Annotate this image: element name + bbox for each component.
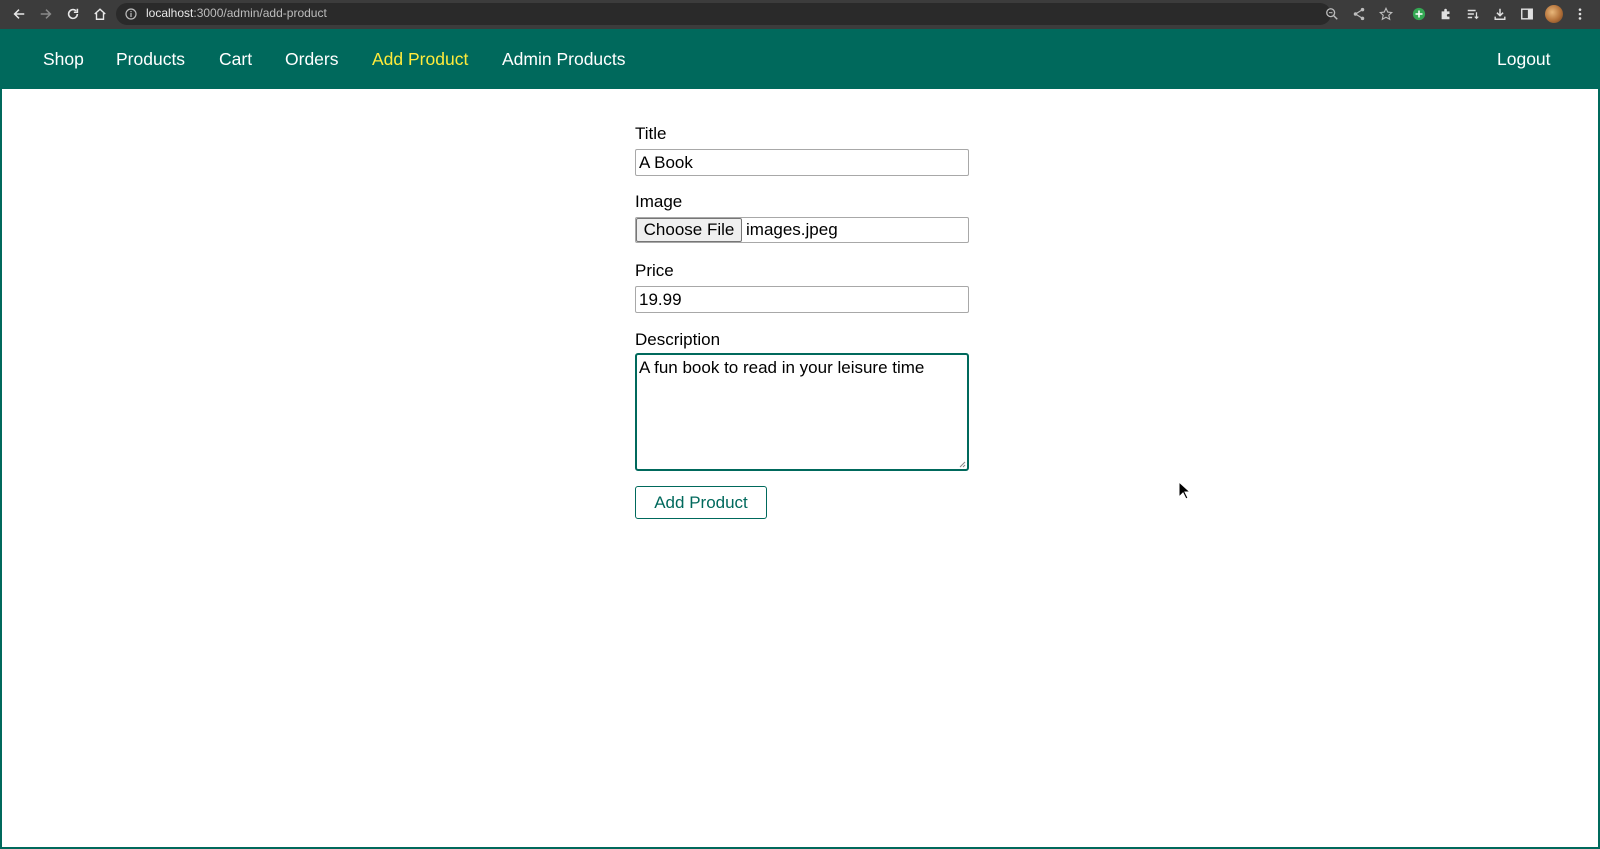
puzzle-icon[interactable]: [1433, 1, 1459, 27]
browser-toolbar: localhost:3000/admin/add-product: [0, 0, 1600, 29]
url-host: localhost: [146, 6, 194, 20]
nav-orders[interactable]: Orders: [285, 29, 338, 89]
back-icon[interactable]: [6, 1, 32, 27]
description-label: Description: [635, 330, 721, 349]
title-label: Title: [635, 124, 667, 143]
url-path: :3000/admin/add-product: [193, 6, 327, 20]
description-textarea[interactable]: A fun book to read in your leisure time: [635, 353, 969, 471]
choose-file-button[interactable]: Choose File: [636, 218, 742, 242]
selected-file-name: images.jpeg: [746, 220, 838, 239]
image-label: Image: [635, 192, 683, 211]
nav-products[interactable]: Products: [116, 29, 185, 89]
info-icon[interactable]: [125, 8, 137, 20]
profile-avatar[interactable]: [1541, 1, 1567, 27]
price-input[interactable]: 19.99: [635, 286, 969, 313]
extension-add-icon[interactable]: [1406, 1, 1432, 27]
zoom-icon[interactable]: [1319, 1, 1345, 27]
title-input[interactable]: A Book: [635, 149, 969, 176]
mouse-cursor-icon: [1178, 481, 1192, 500]
description-text: A fun book to read in your leisure time: [639, 358, 925, 377]
nav-admin-products[interactable]: Admin Products: [502, 29, 626, 89]
reload-icon[interactable]: [60, 1, 86, 27]
logout-button[interactable]: Logout: [1497, 29, 1551, 89]
home-icon[interactable]: [87, 1, 113, 27]
url-text: localhost:3000/admin/add-product: [146, 6, 327, 20]
price-label: Price: [635, 261, 674, 280]
star-icon[interactable]: [1373, 1, 1399, 27]
page-viewport: Shop Products Cart Orders Add Product Ad…: [0, 29, 1600, 849]
image-file-input[interactable]: Choose File images.jpeg: [635, 217, 969, 243]
reading-list-icon[interactable]: [1460, 1, 1486, 27]
nav-cart[interactable]: Cart: [219, 29, 252, 89]
kebab-menu-icon[interactable]: [1567, 1, 1593, 27]
forward-icon[interactable]: [33, 1, 59, 27]
nav-shop[interactable]: Shop: [43, 29, 84, 89]
address-bar[interactable]: localhost:3000/admin/add-product: [116, 3, 1331, 25]
add-product-button[interactable]: Add Product: [635, 486, 767, 519]
resize-grip-icon[interactable]: [958, 460, 966, 468]
download-icon[interactable]: [1487, 1, 1513, 27]
main-header: Shop Products Cart Orders Add Product Ad…: [2, 29, 1598, 89]
side-panel-icon[interactable]: [1514, 1, 1540, 27]
share-icon[interactable]: [1346, 1, 1372, 27]
nav-add-product[interactable]: Add Product: [372, 29, 468, 89]
